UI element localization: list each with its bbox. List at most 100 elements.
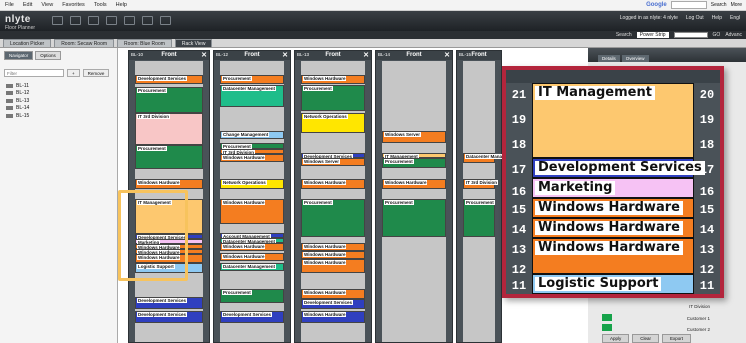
advanced-link[interactable]: Advanc	[725, 32, 742, 38]
tab-rack-view[interactable]: Rack View	[174, 39, 213, 47]
rack-slot[interactable]: Windows Hardware	[301, 243, 365, 251]
export-button[interactable]: Export	[662, 334, 692, 343]
rack-slot[interactable]: Development Services	[135, 75, 203, 84]
rack-slot[interactable]: Procurement	[301, 85, 365, 111]
rack-slot[interactable]: Datacenter Management	[220, 263, 284, 271]
browser-search-input[interactable]	[670, 1, 707, 9]
language-link[interactable]: Engl	[730, 15, 740, 21]
rack-slot[interactable]: Development Services	[135, 297, 203, 309]
add-filter-button[interactable]: +	[67, 69, 80, 77]
rack-slot[interactable]: Procurement	[463, 199, 495, 237]
rack-slot[interactable]: Procurement	[220, 75, 284, 84]
slot-number: 18	[506, 133, 532, 158]
menu-favorites[interactable]: Favorites	[62, 2, 85, 8]
rack-header: BL-13 Front ✕	[295, 51, 371, 60]
tab-navigator[interactable]: Navigator	[4, 51, 34, 60]
close-icon[interactable]: ✕	[363, 51, 369, 59]
rack-slot[interactable]: Windows Hardware	[301, 75, 365, 84]
rack-slot[interactable]: Windows Hardware	[301, 311, 365, 323]
tab-details[interactable]: Details	[598, 55, 620, 62]
rack-slot[interactable]: Datacenter Management	[463, 153, 520, 163]
clear-button[interactable]: Clear	[632, 334, 660, 343]
filter-input[interactable]: Filter	[4, 69, 64, 77]
rack-slot[interactable]: Windows Hardware	[220, 243, 284, 251]
menu-edit[interactable]: Edit	[23, 2, 32, 8]
zoom-slot-windows-hardware[interactable]: Windows Hardware	[532, 238, 694, 274]
rack-slot[interactable]: Windows Hardware	[301, 289, 365, 299]
toolbar-icon-6[interactable]	[142, 16, 153, 25]
close-icon[interactable]: ✕	[201, 51, 207, 59]
rack-icon	[6, 113, 13, 118]
logout-link[interactable]: Log Out	[686, 15, 704, 21]
rack-slot[interactable]: Windows Server	[382, 131, 446, 143]
rack-slot[interactable]: Procurement	[301, 199, 365, 237]
close-icon[interactable]: ✕	[444, 51, 450, 59]
rack-slot[interactable]: Windows Hardware	[382, 179, 446, 189]
rack-slot[interactable]: Development Services	[220, 311, 284, 323]
toolbar-icon-7[interactable]	[160, 16, 171, 25]
tab-overview[interactable]: Overview	[621, 55, 649, 62]
rack-slot[interactable]: Procurement	[220, 289, 284, 303]
rack-slot[interactable]: Network Operations	[220, 179, 284, 189]
rack-slot[interactable]: IT 3rd Division	[463, 179, 499, 189]
tab-options[interactable]: Options	[35, 51, 61, 60]
rack-slot[interactable]: Windows Hardware	[301, 251, 365, 259]
rack-header: BL-14 Front ✕	[376, 51, 452, 60]
tab-room-blue[interactable]: Room: Blue Room	[117, 39, 172, 47]
rack-slot[interactable]: Windows Hardware	[301, 179, 365, 189]
rack-slot[interactable]: Windows Server	[301, 158, 365, 166]
rack-slot[interactable]: Windows Hardware	[301, 259, 365, 273]
strip-search-input[interactable]	[673, 32, 708, 38]
remove-filter-button[interactable]: Remove	[82, 69, 110, 77]
zoom-slot-windows-hardware[interactable]: Windows Hardware	[532, 198, 694, 218]
rack-slot[interactable]: Windows Hardware	[220, 154, 284, 162]
rack-slot[interactable]: Procurement	[382, 199, 446, 237]
slot-number: 20	[694, 83, 720, 108]
tab-location-picker[interactable]: Location Picker	[3, 39, 52, 47]
apply-button[interactable]: Apply	[602, 334, 630, 343]
tree-item[interactable]: BL-12	[6, 90, 29, 98]
menu-view[interactable]: View	[41, 2, 53, 8]
rack-slot[interactable]: Procurement	[382, 158, 446, 168]
close-icon[interactable]: ✕	[282, 51, 288, 59]
rack-slot[interactable]: IT 3rd Division	[135, 113, 203, 145]
rack-face: Front	[471, 52, 487, 58]
zoom-slot-it-management[interactable]: IT Management	[532, 83, 694, 158]
tree-item[interactable]: BL-13	[6, 97, 29, 105]
rack-bl-14: BL-14 Front ✕ Windows Server IT Manageme…	[375, 50, 453, 343]
menu-help[interactable]: Help	[116, 2, 127, 8]
tree-item[interactable]: BL-14	[6, 105, 29, 113]
browser-more-button[interactable]: More	[731, 2, 742, 8]
toolbar-icon-4[interactable]	[106, 16, 117, 25]
zoom-slot-windows-hardware[interactable]: Windows Hardware	[532, 218, 694, 238]
rack-header: BL-10 Front ✕	[129, 51, 209, 60]
help-link[interactable]: Help	[712, 15, 722, 21]
rack-slot[interactable]: Development Services	[135, 311, 203, 323]
toolbar-icon-5[interactable]	[124, 16, 135, 25]
zoom-slot-marketing[interactable]: Marketing	[532, 178, 694, 198]
rack-slot[interactable]: Change Management	[220, 131, 284, 139]
power-strip-select[interactable]: Power Strip	[636, 32, 669, 38]
tree-item[interactable]: BL-11	[6, 82, 29, 90]
rack-slot[interactable]: Procurement	[135, 145, 203, 169]
rack-slot[interactable]: Procurement	[135, 87, 203, 113]
toolbar-icon-2[interactable]	[70, 16, 81, 25]
rack-slot[interactable]: Windows Hardware	[220, 253, 284, 261]
rack-slot[interactable]: Network Operations	[301, 113, 365, 133]
zoom-slot-development-services[interactable]: Development Services	[532, 158, 705, 178]
rack-slot[interactable]: Datacenter Management	[220, 85, 284, 107]
rack-slot[interactable]: Windows Hardware	[220, 199, 284, 224]
go-button[interactable]: GO	[713, 32, 721, 38]
slot-label: Windows Hardware	[535, 221, 683, 235]
toolbar-icon-3[interactable]	[88, 16, 99, 25]
browser-search-button[interactable]: Search	[711, 2, 727, 8]
zoom-slot-logistic-support[interactable]: Logistic Support	[532, 274, 694, 294]
slot-label: IT Management	[535, 86, 655, 100]
tab-room-secaw[interactable]: Room: Secaw Room	[54, 39, 115, 47]
rack-slot[interactable]: Development Services	[301, 299, 365, 309]
rack-slot[interactable]: Windows Hardware	[135, 179, 203, 189]
toolbar-icon-1[interactable]	[52, 16, 63, 25]
tree-item[interactable]: BL-15	[6, 112, 29, 120]
menu-tools[interactable]: Tools	[94, 2, 107, 8]
menu-file[interactable]: File	[5, 2, 14, 8]
